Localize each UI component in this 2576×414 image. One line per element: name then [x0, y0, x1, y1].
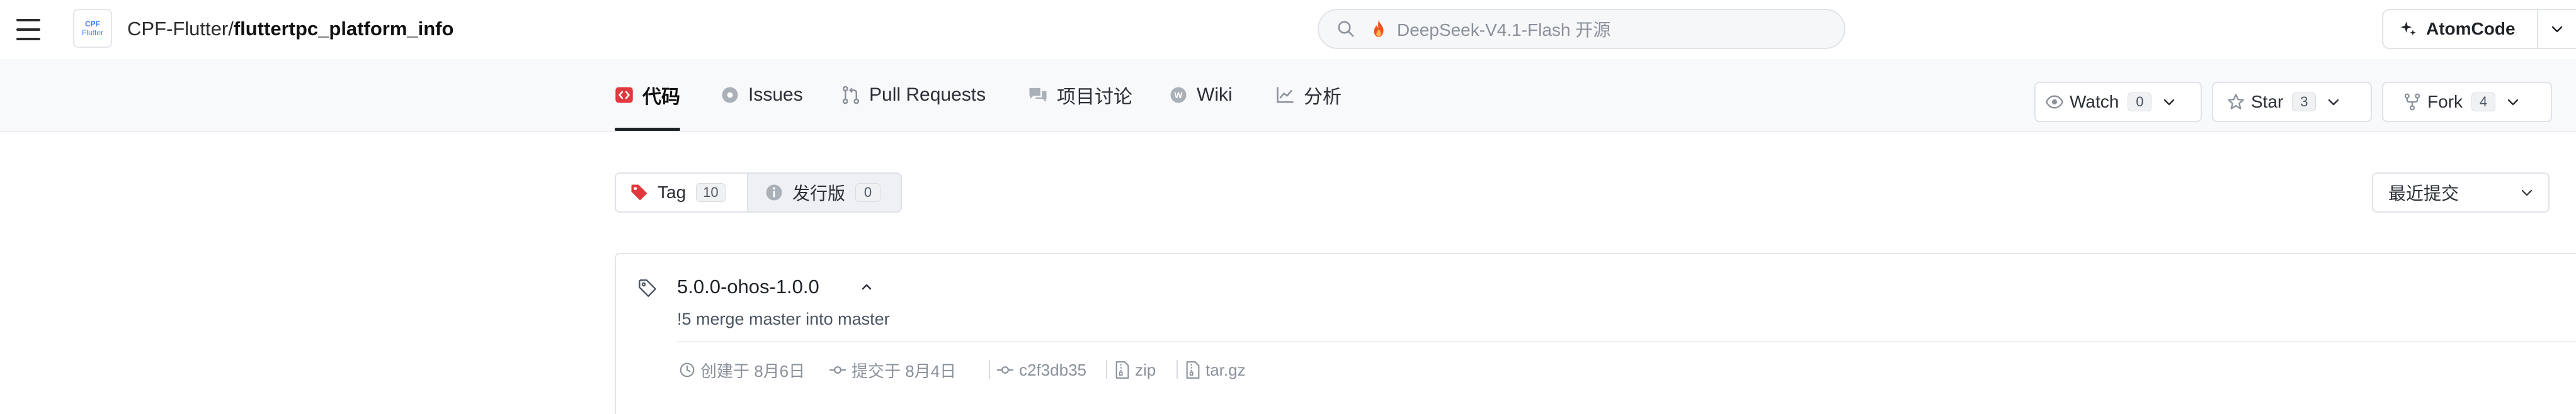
- chevron-up-icon[interactable]: [859, 279, 874, 294]
- fork-count: 4: [2471, 92, 2495, 111]
- atomcode-main[interactable]: AtomCode: [2383, 10, 2537, 48]
- logo-line-1: CPF: [85, 20, 100, 28]
- star-icon: [2228, 94, 2244, 109]
- tag-committed: 提交于 8月4日: [829, 359, 956, 381]
- tab-discussions-label: 项目讨论: [1057, 87, 1132, 108]
- sort-select-value: 最近提交: [2388, 184, 2459, 203]
- clock-icon: [680, 362, 695, 378]
- commit-icon: [829, 366, 846, 374]
- search-placeholder: DeepSeek-V4.1-Flash 开源: [1397, 20, 1611, 40]
- chevron-down-icon: [2551, 26, 2563, 33]
- sort-select[interactable]: 最近提交: [2372, 172, 2550, 213]
- tab-discussions[interactable]: 项目讨论: [1028, 59, 1132, 131]
- tag-committed-text: 提交于 8月4日: [852, 361, 957, 381]
- tag-commit-sha-text: c2f3db35: [1019, 360, 1086, 379]
- fork-button[interactable]: Fork 4: [2382, 82, 2552, 122]
- meta-separator: [1177, 360, 1178, 379]
- top-header: CPF Flutter CPF-Flutter/fluttertpc_platf…: [0, 0, 2576, 59]
- download-zip-text: zip: [1135, 360, 1156, 379]
- tab-code-label: 代码: [642, 87, 680, 108]
- chevron-down-icon: [2328, 99, 2339, 106]
- issue-icon: [722, 87, 738, 103]
- fork-label: Fork: [2427, 92, 2463, 111]
- star-button[interactable]: Star 3: [2212, 82, 2372, 122]
- watch-count: 0: [2128, 92, 2152, 111]
- analytics-icon: [1277, 87, 1294, 103]
- meta-separator: [1106, 360, 1107, 379]
- repo-owner-link[interactable]: CPF-Flutter: [127, 18, 228, 40]
- tag-card: 5.0.0-ohos-1.0.0 !5 merge master into ma…: [615, 253, 2576, 414]
- repo-name-link[interactable]: fluttertpc_platform_info: [234, 18, 454, 40]
- chevron-down-icon: [2507, 99, 2519, 106]
- atomcode-label: AtomCode: [2426, 19, 2516, 38]
- menu-icon[interactable]: [16, 19, 40, 40]
- logo-line-2: Flutter: [81, 28, 103, 37]
- atomcode-dropdown[interactable]: [2537, 10, 2576, 48]
- tab-code[interactable]: 代码: [615, 59, 680, 131]
- tab-wiki-label: Wiki: [1197, 84, 1233, 105]
- tab-pull-requests-label: Pull Requests: [869, 84, 986, 105]
- breadcrumb-separator: /: [228, 18, 234, 40]
- tag-created: 创建于 8月6日: [679, 359, 805, 381]
- download-targz-link[interactable]: tar.gz: [1185, 359, 1246, 381]
- meta-separator: [989, 360, 990, 379]
- global-search[interactable]: DeepSeek-V4.1-Flash 开源: [1318, 9, 1845, 49]
- tab-wiki[interactable]: W Wiki: [1169, 59, 1233, 131]
- star-count: 3: [2292, 92, 2317, 111]
- tag-icon: [631, 184, 647, 201]
- chevron-down-icon: [2521, 189, 2533, 196]
- discussion-icon: [1029, 87, 1047, 103]
- pull-request-icon: [842, 86, 860, 104]
- download-zip-link[interactable]: zip: [1115, 359, 1156, 381]
- svg-text:W: W: [1175, 91, 1183, 100]
- tag-commit-sha[interactable]: c2f3db35: [996, 359, 1086, 381]
- download-targz-text: tar.gz: [1205, 360, 1246, 379]
- code-icon: [615, 87, 633, 103]
- fork-icon: [2404, 93, 2420, 111]
- repo-logo[interactable]: CPF Flutter: [73, 9, 112, 48]
- tab-releases-label: 发行版: [792, 184, 846, 203]
- tab-releases[interactable]: 发行版 0: [747, 172, 902, 213]
- tab-pull-requests[interactable]: Pull Requests: [841, 59, 986, 131]
- star-label: Star: [2251, 92, 2284, 111]
- repo-breadcrumb: CPF-Flutter/fluttertpc_platform_info: [127, 16, 453, 42]
- info-icon: [766, 184, 782, 201]
- watch-button[interactable]: Watch 0: [2034, 82, 2202, 122]
- search-icon: [1338, 21, 1354, 37]
- commit-icon: [997, 366, 1013, 374]
- tag-outline-icon: [639, 279, 656, 297]
- tab-issues[interactable]: Issues: [721, 59, 803, 131]
- sparkle-icon: [2400, 21, 2416, 36]
- tag-name-link[interactable]: 5.0.0-ohos-1.0.0: [677, 276, 819, 298]
- eye-icon: [2046, 95, 2063, 109]
- tab-tags[interactable]: Tag 10: [615, 172, 748, 213]
- zip-file-icon: [1115, 361, 1129, 379]
- tag-created-text: 创建于 8月6日: [700, 361, 806, 381]
- chevron-down-icon: [2164, 99, 2175, 106]
- tag-card-divider: [677, 341, 2576, 342]
- archive-file-icon: [1186, 361, 1200, 379]
- tag-commit-message: !5 merge master into master: [677, 310, 890, 328]
- fire-icon: [1374, 20, 1384, 37]
- wiki-icon: W: [1170, 87, 1187, 103]
- tab-analytics[interactable]: 分析: [1276, 59, 1342, 131]
- tab-analytics-label: 分析: [1304, 87, 1342, 108]
- tab-tags-count: 10: [696, 183, 726, 202]
- tab-tags-label: Tag: [658, 182, 687, 202]
- watch-label: Watch: [2070, 92, 2119, 111]
- atomcode-button[interactable]: AtomCode: [2382, 9, 2576, 49]
- tab-releases-count: 0: [855, 183, 881, 202]
- tab-issues-label: Issues: [748, 84, 803, 105]
